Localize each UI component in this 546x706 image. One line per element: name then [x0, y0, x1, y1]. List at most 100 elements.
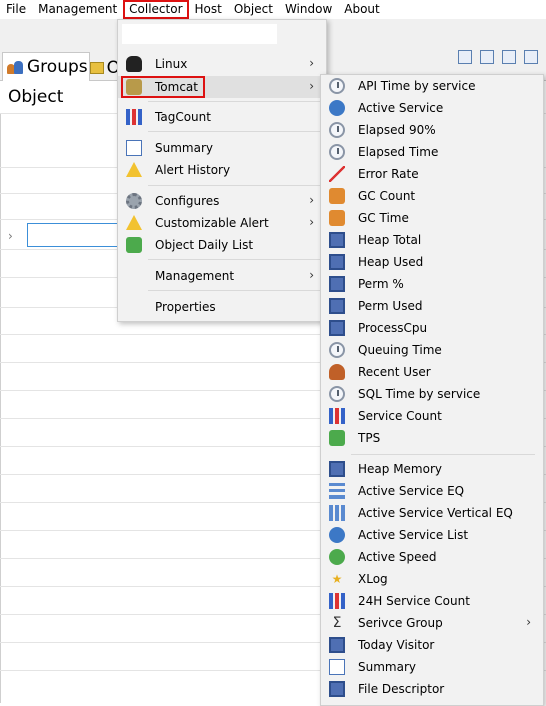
selected-cell[interactable] [27, 223, 123, 247]
tomcat-submenu: API Time by service Active Service Elaps… [320, 74, 544, 706]
person-icon [329, 364, 345, 380]
chevron-right-icon: › [309, 268, 314, 282]
menu-file[interactable]: File [0, 0, 32, 19]
menu-item-label: Error Rate [358, 167, 419, 181]
menu-header-blank [122, 24, 277, 44]
menu-item-sql-time-by-service[interactable]: SQL Time by service [321, 383, 543, 405]
menu-item-tagcount[interactable]: TagCount [118, 106, 326, 128]
menu-item-label: Heap Used [358, 255, 424, 269]
menu-item-properties[interactable]: Properties [118, 296, 326, 318]
menu-management[interactable]: Management [32, 0, 123, 19]
menu-item-active-service-eq[interactable]: Active Service EQ [321, 480, 543, 502]
menu-item-perm-used[interactable]: Perm Used [321, 295, 543, 317]
menu-item-configures[interactable]: Configures › [118, 190, 326, 212]
menu-item-label: Active Service [358, 101, 444, 115]
menu-item-processcpu[interactable]: ProcessCpu [321, 317, 543, 339]
gc-icon [329, 210, 345, 226]
menu-item-label: Tomcat [155, 80, 198, 94]
collector-menu: Linux › Tomcat › TagCount Summary Alert … [117, 19, 327, 322]
menu-item-label: 24H Service Count [358, 594, 470, 608]
warning-icon [126, 215, 142, 230]
clock-icon [329, 386, 345, 402]
tab-object[interactable]: O [90, 56, 120, 80]
menu-item-label: Today Visitor [358, 638, 435, 652]
menu-item-error-rate[interactable]: Error Rate [321, 163, 543, 185]
menu-item-api-time-by-service[interactable]: API Time by service [321, 75, 543, 97]
collapse-all-icon[interactable] [480, 50, 494, 64]
menu-host[interactable]: Host [189, 0, 228, 19]
menu-item-label: File Descriptor [358, 682, 445, 696]
clock-icon [329, 122, 345, 138]
menu-item-active-service-list[interactable]: Active Service List [321, 524, 543, 546]
menu-item-today-visitor[interactable]: Today Visitor [321, 634, 543, 656]
tab-groups[interactable]: Groups [2, 52, 90, 81]
menu-separator [148, 185, 322, 186]
menu-item-xlog[interactable]: ★ XLog [321, 568, 543, 590]
menu-item-file-descriptor[interactable]: File Descriptor [321, 678, 543, 700]
menu-item-service-count[interactable]: Service Count [321, 405, 543, 427]
menu-item-queuing-time[interactable]: Queuing Time [321, 339, 543, 361]
menu-object[interactable]: Object [228, 0, 279, 19]
menu-item-elapsed-90[interactable]: Elapsed 90% [321, 119, 543, 141]
heap-icon [329, 276, 345, 292]
menu-item-label: Perm Used [358, 299, 423, 313]
daily-list-icon [126, 237, 142, 253]
sigma-icon: Σ [332, 615, 342, 631]
menu-item-label: GC Count [358, 189, 416, 203]
menu-item-heap-used[interactable]: Heap Used [321, 251, 543, 273]
menu-about[interactable]: About [338, 0, 385, 19]
menu-item-label: Service Count [358, 409, 442, 423]
menu-item-gc-time[interactable]: GC Time [321, 207, 543, 229]
menu-item-elapsed-time[interactable]: Elapsed Time [321, 141, 543, 163]
menu-item-label: Object Daily List [155, 238, 254, 252]
menu-item-tps[interactable]: TPS [321, 427, 543, 449]
bar-chart-icon [126, 109, 142, 125]
menu-item-label: Active Service List [358, 528, 469, 542]
menu-item-alert-history[interactable]: Alert History [118, 159, 326, 181]
monitor-view-icon[interactable] [502, 50, 516, 64]
menu-item-label: Queuing Time [358, 343, 442, 357]
menu-separator [148, 131, 322, 132]
menu-item-heap-total[interactable]: Heap Total [321, 229, 543, 251]
menu-item-object-daily-list[interactable]: Object Daily List [118, 234, 326, 256]
menu-item-customizable-alert[interactable]: Customizable Alert › [118, 212, 326, 234]
menu-item-24h-service-count[interactable]: 24H Service Count [321, 590, 543, 612]
menu-bar: File Management Collector Host Object Wi… [0, 0, 546, 19]
tab-groups-label: Groups [27, 57, 88, 77]
monitor-icon [329, 637, 345, 653]
menu-item-summary[interactable]: Summary [118, 137, 326, 159]
menu-item-management[interactable]: Management › [118, 265, 326, 287]
expand-arrow-icon[interactable]: › [8, 229, 13, 243]
menu-item-linux[interactable]: Linux › [118, 53, 326, 75]
menu-item-label: Heap Memory [358, 462, 442, 476]
menu-item-label: Management [155, 269, 235, 283]
menu-collector[interactable]: Collector [123, 0, 189, 19]
menu-item-active-service-vertical-eq[interactable]: Active Service Vertical EQ [321, 502, 543, 524]
clock-icon [329, 78, 345, 94]
menu-item-tomcat[interactable]: Tomcat › [118, 76, 326, 98]
penguin-icon [126, 56, 142, 72]
menu-item-perm-percent[interactable]: Perm % [321, 273, 543, 295]
menu-item-label: GC Time [358, 211, 409, 225]
menu-item-label: Customizable Alert [155, 216, 269, 230]
menu-item-heap-memory[interactable]: Heap Memory [321, 458, 543, 480]
menu-item-summary-tomcat[interactable]: Summary [321, 656, 543, 678]
heap-icon [329, 461, 345, 477]
menu-item-gc-count[interactable]: GC Count [321, 185, 543, 207]
menu-item-active-speed[interactable]: Active Speed [321, 546, 543, 568]
menu-item-serivce-group[interactable]: Σ Serivce Group › [321, 612, 543, 634]
menu-item-active-service[interactable]: Active Service [321, 97, 543, 119]
menu-item-label: Perm % [358, 277, 404, 291]
gear-icon [126, 193, 142, 209]
menu-item-label: TagCount [155, 110, 211, 124]
menu-separator [148, 259, 322, 260]
menu-window[interactable]: Window [279, 0, 338, 19]
view-buttons [458, 50, 546, 70]
expand-all-icon[interactable] [458, 50, 472, 64]
folder-icon [90, 62, 104, 74]
menu-item-label: Active Speed [358, 550, 437, 564]
settings-view-icon[interactable] [524, 50, 538, 64]
menu-item-recent-user[interactable]: Recent User [321, 361, 543, 383]
menu-separator [148, 290, 322, 291]
menu-item-label: ProcessCpu [358, 321, 428, 335]
